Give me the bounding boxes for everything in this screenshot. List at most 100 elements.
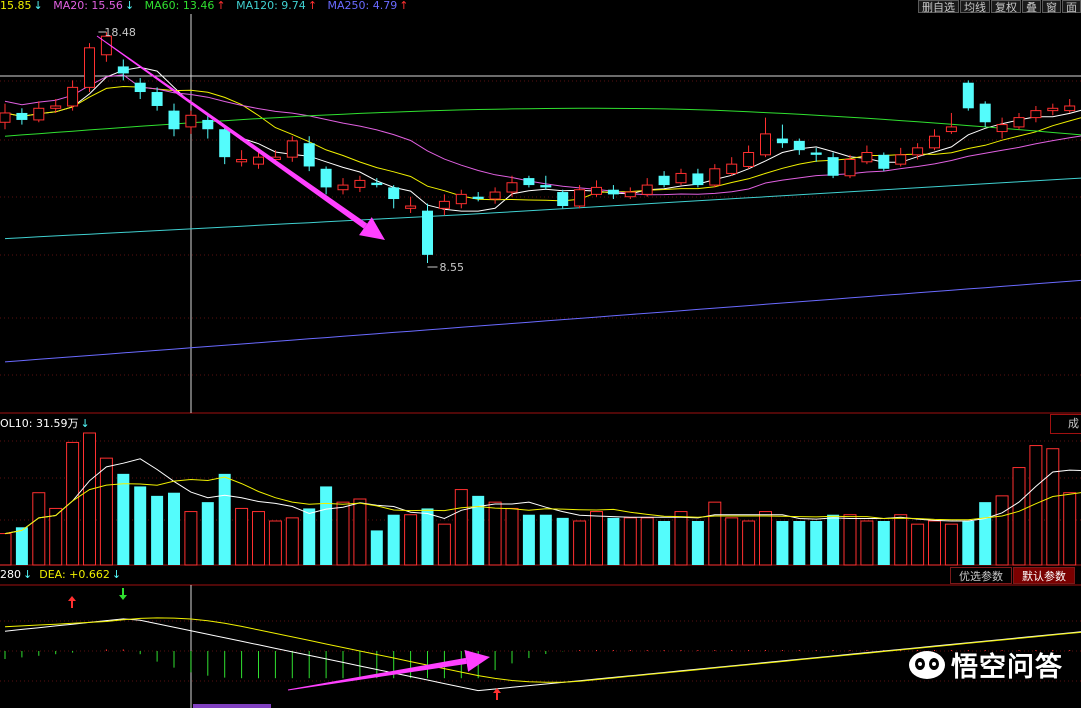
volume-bar (827, 514, 840, 565)
moving-average-button[interactable]: 均线 (960, 0, 990, 14)
ma5-line (4, 66, 1081, 212)
macd-arrow: ↓ (23, 568, 33, 581)
candle (557, 189, 569, 209)
candle (185, 110, 197, 134)
moving-average-lines (4, 66, 1081, 363)
volume-legend: OL10: 31.59万 ↓ (0, 418, 90, 430)
candle (219, 126, 231, 165)
candle (962, 80, 974, 111)
candle-body (117, 66, 129, 74)
candle-body (354, 179, 366, 188)
volume-bar (303, 508, 316, 565)
ma250-value: MA250: 4.79 ↑ (327, 0, 409, 12)
volume-bar (117, 473, 130, 565)
volume-bar (708, 501, 722, 566)
overlay-button[interactable]: 叠 (1022, 0, 1041, 14)
watermark-text: 悟空问答 (951, 652, 1063, 683)
volume-bar (66, 441, 80, 566)
volume-bar (1012, 467, 1026, 566)
candle-body (557, 192, 569, 207)
candle-body (455, 193, 467, 205)
candle (455, 189, 467, 209)
candle-body (489, 191, 501, 200)
marker-head (119, 595, 127, 600)
candle-body (996, 124, 1008, 133)
volume-bar (793, 521, 806, 565)
candle-body (810, 152, 822, 155)
arrow-head (464, 650, 490, 672)
volume-bar (759, 511, 772, 566)
candle-body (67, 86, 79, 107)
candle (523, 175, 535, 188)
candle (743, 145, 755, 169)
volume-bar (168, 492, 180, 565)
adjust-price-button[interactable]: 复权 (991, 0, 1021, 14)
volume-bar (488, 501, 502, 566)
volume-bar (1063, 492, 1077, 566)
candle-body (1064, 105, 1076, 112)
candle (354, 175, 366, 193)
death-cross-marker (119, 588, 127, 600)
volume-bar (252, 511, 265, 566)
volume-bar (0, 533, 12, 566)
candle (1030, 105, 1042, 123)
candle (388, 185, 400, 209)
candle (996, 117, 1008, 139)
volume-bar (860, 520, 874, 566)
volume-bar (201, 502, 214, 565)
remove-watchlist-button[interactable]: 删自选 (918, 0, 959, 14)
candle (337, 178, 349, 195)
candle-body (33, 107, 45, 121)
candlesticks (0, 32, 1076, 263)
candle (16, 108, 28, 125)
candle-body (658, 175, 670, 186)
candle (979, 101, 991, 127)
candle (895, 147, 907, 167)
downtrend-arrow (96, 35, 385, 240)
candle-body (523, 178, 535, 186)
candle (303, 136, 315, 172)
window-button[interactable]: 窗 (1042, 0, 1061, 14)
volume-bar (607, 517, 620, 565)
candle (776, 124, 788, 148)
volume-bar (184, 511, 198, 566)
volume-bar (928, 520, 941, 566)
panel-button[interactable]: 面 (1062, 0, 1081, 14)
dea-value: DEA: +0.662 (39, 568, 110, 581)
candle (438, 194, 450, 216)
candle (236, 150, 248, 167)
ma60-line (4, 107, 1081, 137)
volume-bar (285, 517, 299, 566)
volume-bar (437, 523, 451, 566)
candle-body (861, 152, 873, 163)
volume-arrow: ↓ (80, 417, 90, 430)
candle-body (827, 157, 839, 176)
candle-body (962, 82, 974, 109)
tab-default-params[interactable]: 默认参数 (1013, 567, 1075, 584)
volume-side-tab[interactable]: 成 (1050, 414, 1081, 434)
volume-bar (505, 507, 519, 566)
candle-body (760, 133, 771, 156)
stock-chart: 18.48 8.55 (0, 14, 1081, 708)
volume-bars (0, 432, 1081, 566)
volume-bar (573, 520, 587, 566)
macd-legend: 280 ↓ DEA: +0.662 ↓ (0, 569, 121, 581)
volume-bar (83, 432, 96, 566)
high-price-marker: 18.48 (98, 26, 136, 39)
candle (726, 157, 738, 176)
volume-bar (539, 514, 552, 565)
candle-body (320, 168, 332, 188)
candle-body (303, 143, 315, 167)
candle-body (591, 186, 602, 195)
high-price-label: 18.48 (104, 26, 135, 39)
candle (489, 187, 501, 204)
candle (151, 87, 163, 111)
volume-bar (674, 511, 688, 566)
candle-body (979, 103, 991, 123)
ma250-line (4, 279, 1081, 363)
candle (1013, 112, 1025, 130)
volume-bar (15, 527, 28, 565)
candle-body (776, 138, 788, 144)
ma60-value: MA60: 13.46 ↑ (144, 0, 226, 12)
tab-optimal-params[interactable]: 优选参数 (950, 567, 1012, 584)
